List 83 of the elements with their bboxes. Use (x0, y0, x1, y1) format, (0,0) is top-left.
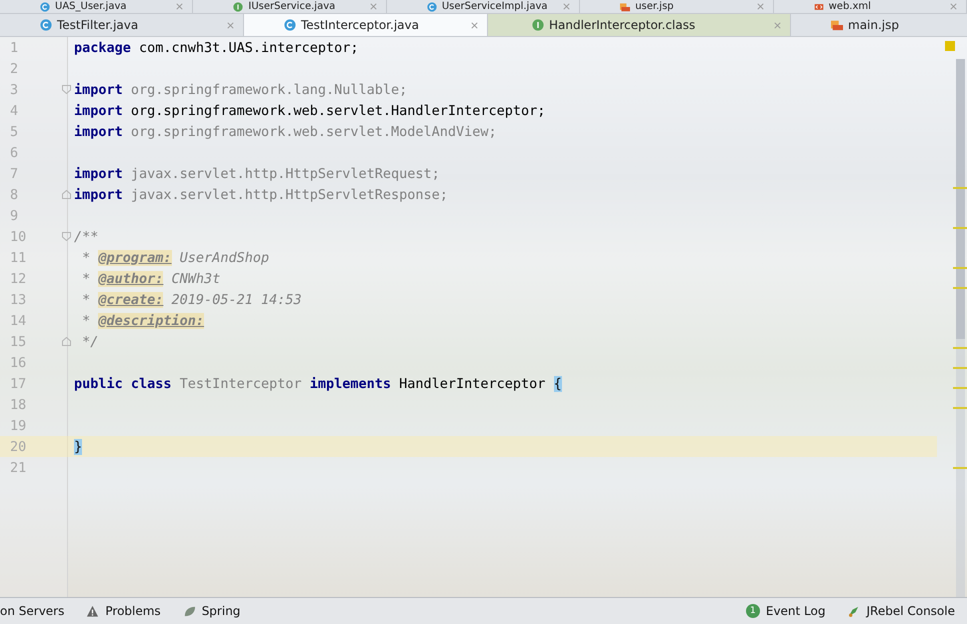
warning-stripe[interactable] (953, 467, 967, 469)
editor-tab[interactable]: UAS_User.java (0, 0, 194, 13)
line-number: 10 (9, 228, 28, 244)
line-number: 16 (9, 354, 28, 370)
warning-stripe[interactable] (953, 267, 967, 269)
line-number: 4 (9, 102, 20, 118)
tool-window-button[interactable]: 1 Event Log (746, 604, 826, 618)
jsp-file-icon (831, 19, 843, 31)
close-icon[interactable] (949, 2, 958, 11)
line-number: 21 (9, 460, 28, 476)
code-line: * @program: UserAndShop (81, 250, 270, 266)
code-line: */ (81, 334, 98, 350)
code-line: package com.cnwh3t.UAS.interceptor; (74, 40, 358, 56)
line-number: 11 (9, 250, 28, 266)
line-number: 17 (9, 376, 28, 392)
fold-icon[interactable] (62, 190, 71, 199)
close-icon[interactable] (470, 20, 479, 30)
close-icon[interactable] (368, 2, 378, 11)
class-file-icon (284, 19, 296, 31)
close-icon[interactable] (562, 2, 572, 11)
line-number: 14 (9, 312, 28, 328)
editor-tab[interactable]: HandlerInterceptor.class (488, 14, 791, 36)
leaf-icon (182, 604, 196, 618)
warning-stripe[interactable] (953, 287, 967, 289)
code-line: import javax.servlet.http.HttpServletRequest; (74, 166, 440, 182)
editor-tab[interactable]: web.xml (774, 0, 967, 13)
line-number: 5 (9, 124, 20, 140)
tool-window-button[interactable]: JRebel Console (847, 604, 955, 618)
warning-icon (86, 604, 100, 618)
code-line: * @author: CNWh3t (81, 270, 220, 286)
line-number: 9 (9, 208, 20, 224)
scrollbar[interactable] (956, 59, 965, 597)
editor-tab[interactable]: main.jsp (791, 14, 967, 36)
line-number: 8 (9, 186, 20, 202)
line-number: 15 (9, 334, 28, 350)
code-line: import org.springframework.web.servlet.HandlerInterceptor; (74, 102, 546, 118)
class-file-icon (40, 2, 50, 12)
tool-window-button[interactable]: Spring (182, 604, 240, 618)
code-line: public class TestInterceptor implements HandlerInterceptor { (74, 376, 562, 392)
fold-icon[interactable] (62, 232, 71, 241)
warning-stripe[interactable] (953, 407, 967, 409)
xml-file-icon (814, 2, 824, 12)
editor-tab[interactable]: UserServiceImpl.java (386, 0, 580, 13)
line-number: 13 (9, 292, 28, 308)
interface-file-icon (233, 2, 244, 12)
editor-tab[interactable]: IUserService.java (193, 0, 387, 13)
tool-window-button[interactable]: Problems (86, 604, 161, 618)
line-number: 12 (9, 270, 28, 286)
interface-file-icon (532, 19, 544, 31)
warning-stripe[interactable] (953, 387, 967, 389)
line-number: 20 (9, 438, 28, 454)
line-number: 19 (9, 418, 28, 434)
line-number: 2 (9, 60, 20, 76)
editor-tab[interactable]: user.jsp (580, 0, 774, 13)
close-icon[interactable] (756, 2, 765, 11)
close-icon[interactable] (226, 20, 235, 30)
line-number: 1 (9, 40, 20, 56)
class-file-icon (40, 19, 52, 31)
code-line: import javax.servlet.http.HttpServletResponse; (74, 186, 448, 202)
class-file-icon (426, 2, 437, 12)
line-number: 18 (9, 396, 28, 412)
tool-window-button[interactable]: on Servers (0, 604, 64, 618)
warning-stripe[interactable] (953, 347, 967, 349)
warning-stripe[interactable] (953, 367, 967, 369)
warning-stripe[interactable] (953, 227, 967, 229)
line-number: 6 (9, 144, 20, 160)
line-number: 7 (9, 166, 20, 182)
fold-icon[interactable] (62, 337, 71, 346)
code-line: /** (74, 228, 98, 244)
editor-tab[interactable]: TestInterceptor.java (244, 14, 488, 36)
code-line: * @description: (81, 312, 204, 328)
analysis-status-icon (945, 41, 955, 51)
code-line: import org.springframework.lang.Nullable; (74, 82, 408, 98)
line-number: 3 (9, 82, 20, 98)
rocket-icon (847, 604, 860, 618)
jsp-file-icon (620, 2, 630, 12)
code-line: * @create: 2019-05-21 14:53 (81, 292, 302, 308)
notification-count: 1 (746, 604, 760, 618)
fold-icon[interactable] (62, 85, 71, 94)
close-icon[interactable] (175, 2, 184, 11)
code-line: import org.springframework.web.servlet.ModelAndView; (74, 124, 497, 140)
close-icon[interactable] (773, 20, 782, 30)
warning-stripe[interactable] (953, 187, 967, 189)
